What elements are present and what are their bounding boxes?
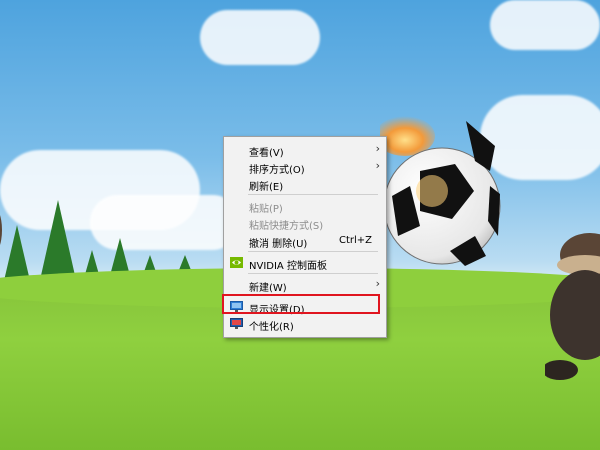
chevron-right-icon: › xyxy=(375,142,380,155)
tree xyxy=(40,200,76,280)
cloud xyxy=(490,0,600,50)
menu-item-new[interactable]: 新建(W) › xyxy=(224,276,386,294)
menu-item-label: 查看(V) xyxy=(249,148,284,159)
highlight-box xyxy=(222,294,380,314)
menu-item-label: NVIDIA 控制面板 xyxy=(249,261,327,272)
menu-item-label: 撤消 删除(U) xyxy=(249,239,308,250)
soccer-ball-image xyxy=(380,116,501,266)
menu-item-label: 刷新(E) xyxy=(249,182,284,193)
menu-separator xyxy=(248,273,378,274)
cloud xyxy=(200,10,320,65)
menu-item-label: 个性化(R) xyxy=(249,322,294,333)
cartoon-character-edge xyxy=(0,215,2,245)
menu-item-sort-by[interactable]: 排序方式(O) › xyxy=(224,158,386,176)
menu-item-label: 排序方式(O) xyxy=(249,165,305,176)
personalize-icon xyxy=(230,318,243,329)
menu-item-paste-shortcut[interactable]: 粘贴快捷方式(S) xyxy=(224,214,386,232)
menu-item-view[interactable]: 查看(V) › xyxy=(224,141,386,159)
menu-item-paste[interactable]: 粘贴(P) xyxy=(224,197,386,215)
menu-item-label: 新建(W) xyxy=(249,283,287,294)
cartoon-character-image xyxy=(545,233,600,380)
menu-item-personalize[interactable]: 个性化(R) xyxy=(224,315,386,333)
menu-separator xyxy=(248,194,378,195)
menu-item-refresh[interactable]: 刷新(E) xyxy=(224,175,386,193)
chevron-right-icon: › xyxy=(375,277,380,290)
menu-item-label: 粘贴(P) xyxy=(249,204,283,215)
nvidia-icon xyxy=(230,257,243,268)
chevron-right-icon: › xyxy=(375,159,380,172)
menu-item-nvidia-control-panel[interactable]: NVIDIA 控制面板 xyxy=(224,254,386,272)
menu-item-shortcut: Ctrl+Z xyxy=(338,235,372,246)
menu-item-label: 粘贴快捷方式(S) xyxy=(249,221,324,232)
menu-item-undo-delete[interactable]: 撤消 删除(U) Ctrl+Z xyxy=(224,232,386,250)
menu-separator xyxy=(248,251,378,252)
